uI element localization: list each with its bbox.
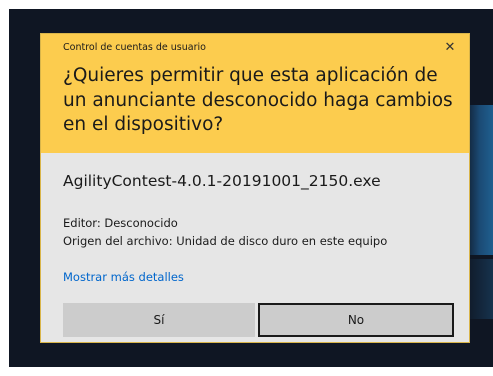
yes-button[interactable]: Sí: [63, 303, 255, 337]
uac-dialog: Control de cuentas de usuario ✕ ¿Quieres…: [40, 33, 470, 343]
file-name: AgilityContest-4.0.1-20191001_2150.exe: [63, 172, 381, 190]
close-button[interactable]: ✕: [437, 37, 463, 59]
no-button[interactable]: No: [258, 303, 454, 337]
permission-question: ¿Quieres permitir que esta aplicación de…: [63, 65, 453, 135]
file-origin-text: Origen del archivo: Unidad de disco duro…: [63, 234, 388, 248]
show-more-details-link[interactable]: Mostrar más detalles: [63, 270, 184, 284]
dialog-title: Control de cuentas de usuario: [63, 42, 206, 53]
publisher-text: Editor: Desconocido: [63, 216, 178, 230]
desktop: Control de cuentas de usuario ✕ ¿Quieres…: [0, 0, 493, 376]
close-icon: ✕: [444, 40, 456, 55]
dialog-header: Control de cuentas de usuario ✕ ¿Quieres…: [41, 34, 469, 153]
